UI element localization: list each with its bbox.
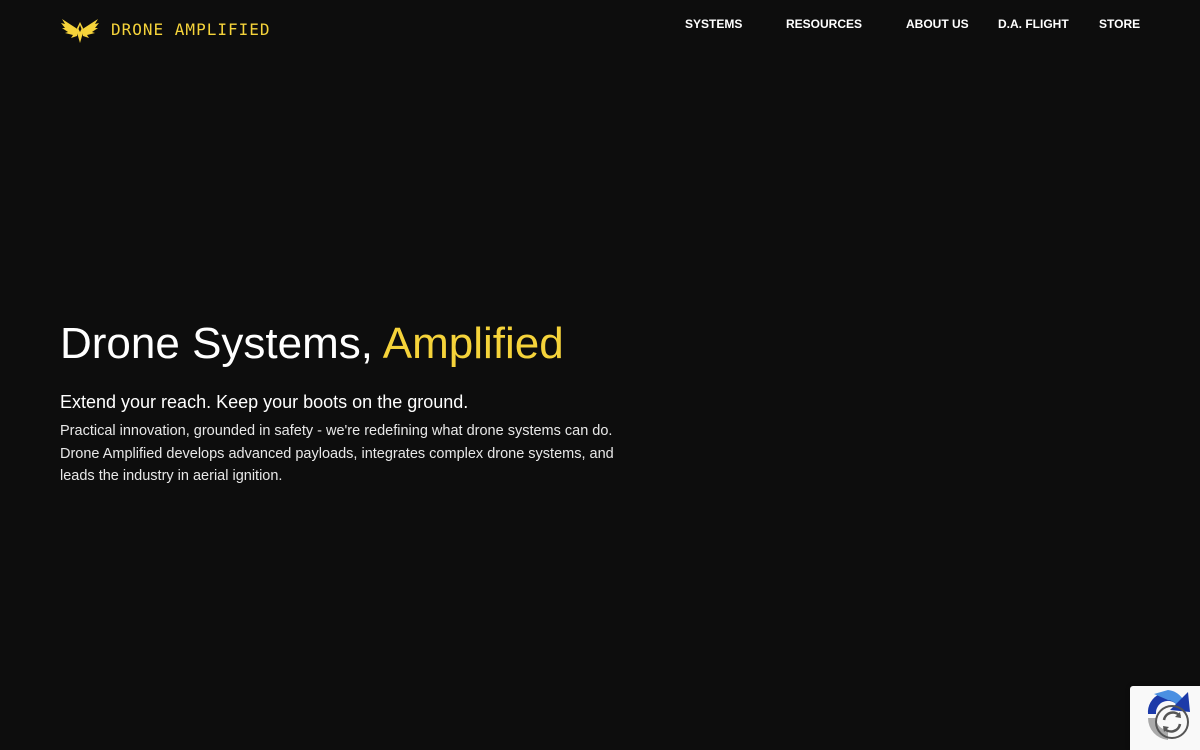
hero-title: Drone Systems, Amplified bbox=[60, 318, 700, 370]
nav-item-systems[interactable]: SYSTEMS bbox=[685, 17, 742, 31]
main-nav: SYSTEMS RESOURCES ABOUT US D.A. FLIGHT S… bbox=[0, 17, 1200, 33]
page: DRONE AMPLIFIED SYSTEMS RESOURCES ABOUT … bbox=[0, 0, 1200, 750]
nav-item-da-flight[interactable]: D.A. FLIGHT bbox=[998, 17, 1069, 31]
nav-item-store[interactable]: STORE bbox=[1099, 17, 1140, 31]
nav-item-resources[interactable]: RESOURCES bbox=[786, 17, 862, 31]
hero-subtitle: Extend your reach. Keep your boots on th… bbox=[60, 392, 469, 412]
hero-section: Drone Systems, Amplified Extend your rea… bbox=[60, 318, 700, 488]
site-header: DRONE AMPLIFIED SYSTEMS RESOURCES ABOUT … bbox=[0, 0, 1200, 60]
hero-body: Practical innovation, grounded in safety… bbox=[60, 423, 614, 484]
nav-item-about-us[interactable]: ABOUT US bbox=[906, 17, 969, 31]
recaptcha-icon bbox=[1147, 690, 1190, 740]
hero-title-accent: Amplified bbox=[382, 319, 564, 368]
recaptcha-badge[interactable] bbox=[1130, 686, 1200, 750]
hero-title-main: Drone Systems, bbox=[60, 319, 383, 368]
